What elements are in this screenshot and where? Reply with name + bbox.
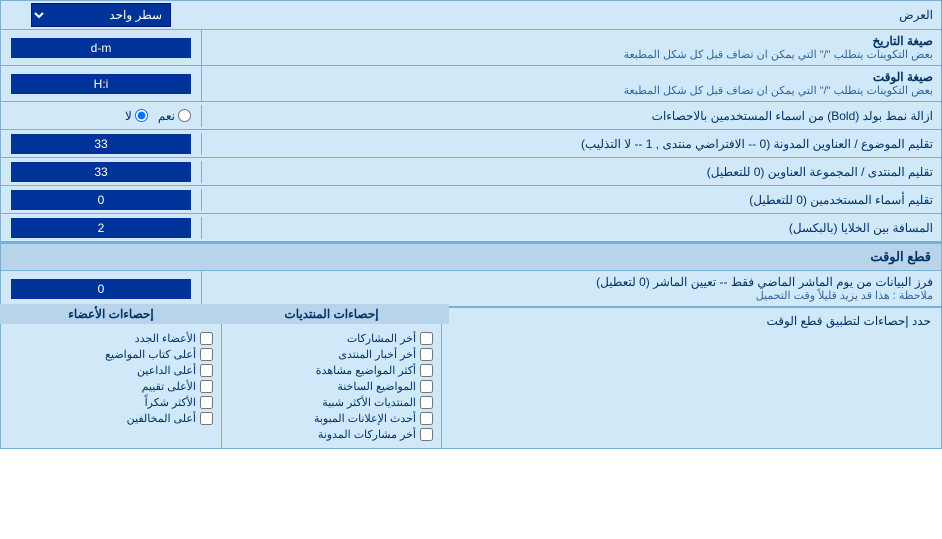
cell-space-label: المسافة بين الخلايا (بالبكسل) <box>201 217 941 239</box>
stats-posts-col: إحصاءات المنتديات أخر المشاركات أخر أخبا… <box>221 308 441 448</box>
stats-limit-label: حدد إحصاءات لتطبيق قطع الوقت <box>441 308 941 448</box>
stats-member-item-6: أعلى المخالفين <box>9 412 213 425</box>
forum-trim-row: تقليم المنتدى / المجموعة العناوين (0 للت… <box>1 158 941 186</box>
stats-post-cb-2[interactable] <box>420 348 433 361</box>
time-format-label: صيغة الوقت بعض التكوينات يتطلب "/" التي … <box>201 66 941 101</box>
bold-yes-radio[interactable] <box>178 109 191 122</box>
stats-posts-title: إحصاءات المنتديات <box>214 304 449 324</box>
users-trim-input[interactable] <box>11 190 191 210</box>
stats-members-title: إحصاءات الأعضاء <box>0 304 229 324</box>
stats-post-item-5: المنتديات الأكثر شبية <box>230 396 433 409</box>
titles-trim-label: تقليم الموضوع / العناوين المدونة (0 -- ا… <box>201 133 941 155</box>
stats-member-cb-4[interactable] <box>200 380 213 393</box>
header-row: العرض سطر واحد سطرين ثلاثة أسطر <box>1 1 941 30</box>
stats-post-cb-5[interactable] <box>420 396 433 409</box>
cutoff-days-label: فرز البيانات من يوم الماشر الماضي فقط --… <box>201 271 941 306</box>
date-format-row: صيغة التاريخ بعض التكوينات يتطلب "/" الت… <box>1 30 941 66</box>
stats-post-cb-4[interactable] <box>420 380 433 393</box>
date-format-label: صيغة التاريخ بعض التكوينات يتطلب "/" الت… <box>201 30 941 65</box>
stats-post-item-7: أخر مشاركات المدونة <box>230 428 433 441</box>
stats-member-item-2: أعلى كتاب المواضيع <box>9 348 213 361</box>
users-trim-row: تقليم أسماء المستخدمين (0 للتعطيل) <box>1 186 941 214</box>
header-label: العرض <box>201 4 941 26</box>
titles-trim-input-area <box>1 132 201 156</box>
bold-remove-row: ازالة نمط بولد (Bold) من اسماء المستخدمي… <box>1 102 941 130</box>
stats-member-item-1: الأعضاء الجدد <box>9 332 213 345</box>
stats-post-cb-7[interactable] <box>420 428 433 441</box>
stats-post-cb-3[interactable] <box>420 364 433 377</box>
cell-space-input[interactable] <box>11 218 191 238</box>
cutoff-section-header: قطع الوقت <box>1 242 941 271</box>
time-format-row: صيغة الوقت بعض التكوينات يتطلب "/" التي … <box>1 66 941 102</box>
stats-grid: حدد إحصاءات لتطبيق قطع الوقت إحصاءات الم… <box>1 307 941 448</box>
stats-member-item-5: الأكثر شكراً <box>9 396 213 409</box>
cutoff-days-input-area <box>1 277 201 301</box>
bold-remove-label: ازالة نمط بولد (Bold) من اسماء المستخدمي… <box>201 105 941 127</box>
forum-trim-label: تقليم المنتدى / المجموعة العناوين (0 للت… <box>201 161 941 183</box>
cell-space-row: المسافة بين الخلايا (بالبكسل) <box>1 214 941 242</box>
stats-post-item-1: أخر المشاركات <box>230 332 433 345</box>
forum-trim-input[interactable] <box>11 162 191 182</box>
cell-space-input-area <box>1 216 201 240</box>
stats-member-cb-3[interactable] <box>200 364 213 377</box>
stats-member-item-3: أعلى الداعين <box>9 364 213 377</box>
titles-trim-input[interactable] <box>11 134 191 154</box>
time-format-input-area <box>1 72 201 96</box>
header-select-area: سطر واحد سطرين ثلاثة أسطر <box>1 1 201 29</box>
users-trim-label: تقليم أسماء المستخدمين (0 للتعطيل) <box>201 189 941 211</box>
bold-no-radio[interactable] <box>135 109 148 122</box>
users-trim-input-area <box>1 188 201 212</box>
stats-member-item-4: الأعلى تقييم <box>9 380 213 393</box>
stats-member-cb-6[interactable] <box>200 412 213 425</box>
bold-remove-radios: نعم لا <box>1 107 201 125</box>
cutoff-days-input[interactable] <box>11 279 191 299</box>
forum-trim-input-area <box>1 160 201 184</box>
bold-yes-label[interactable]: نعم <box>158 109 191 123</box>
stats-post-item-4: المواضيع الساخنة <box>230 380 433 393</box>
date-format-input[interactable] <box>11 38 191 58</box>
stats-post-cb-6[interactable] <box>420 412 433 425</box>
stats-post-item-2: أخر أخبار المنتدى <box>230 348 433 361</box>
bold-no-label[interactable]: لا <box>125 109 148 123</box>
stats-post-item-3: أكثر المواضيع مشاهدة <box>230 364 433 377</box>
cutoff-days-row: فرز البيانات من يوم الماشر الماضي فقط --… <box>1 271 941 307</box>
display-select[interactable]: سطر واحد سطرين ثلاثة أسطر <box>31 3 171 27</box>
titles-trim-row: تقليم الموضوع / العناوين المدونة (0 -- ا… <box>1 130 941 158</box>
time-format-input[interactable] <box>11 74 191 94</box>
stats-members-col: إحصاءات الأعضاء الأعضاء الجدد أعلى كتاب … <box>1 308 221 448</box>
stats-member-cb-5[interactable] <box>200 396 213 409</box>
date-format-input-area <box>1 36 201 60</box>
stats-member-cb-2[interactable] <box>200 348 213 361</box>
stats-post-item-6: أحدث الإعلانات المبوبة <box>230 412 433 425</box>
stats-member-cb-1[interactable] <box>200 332 213 345</box>
stats-post-cb-1[interactable] <box>420 332 433 345</box>
